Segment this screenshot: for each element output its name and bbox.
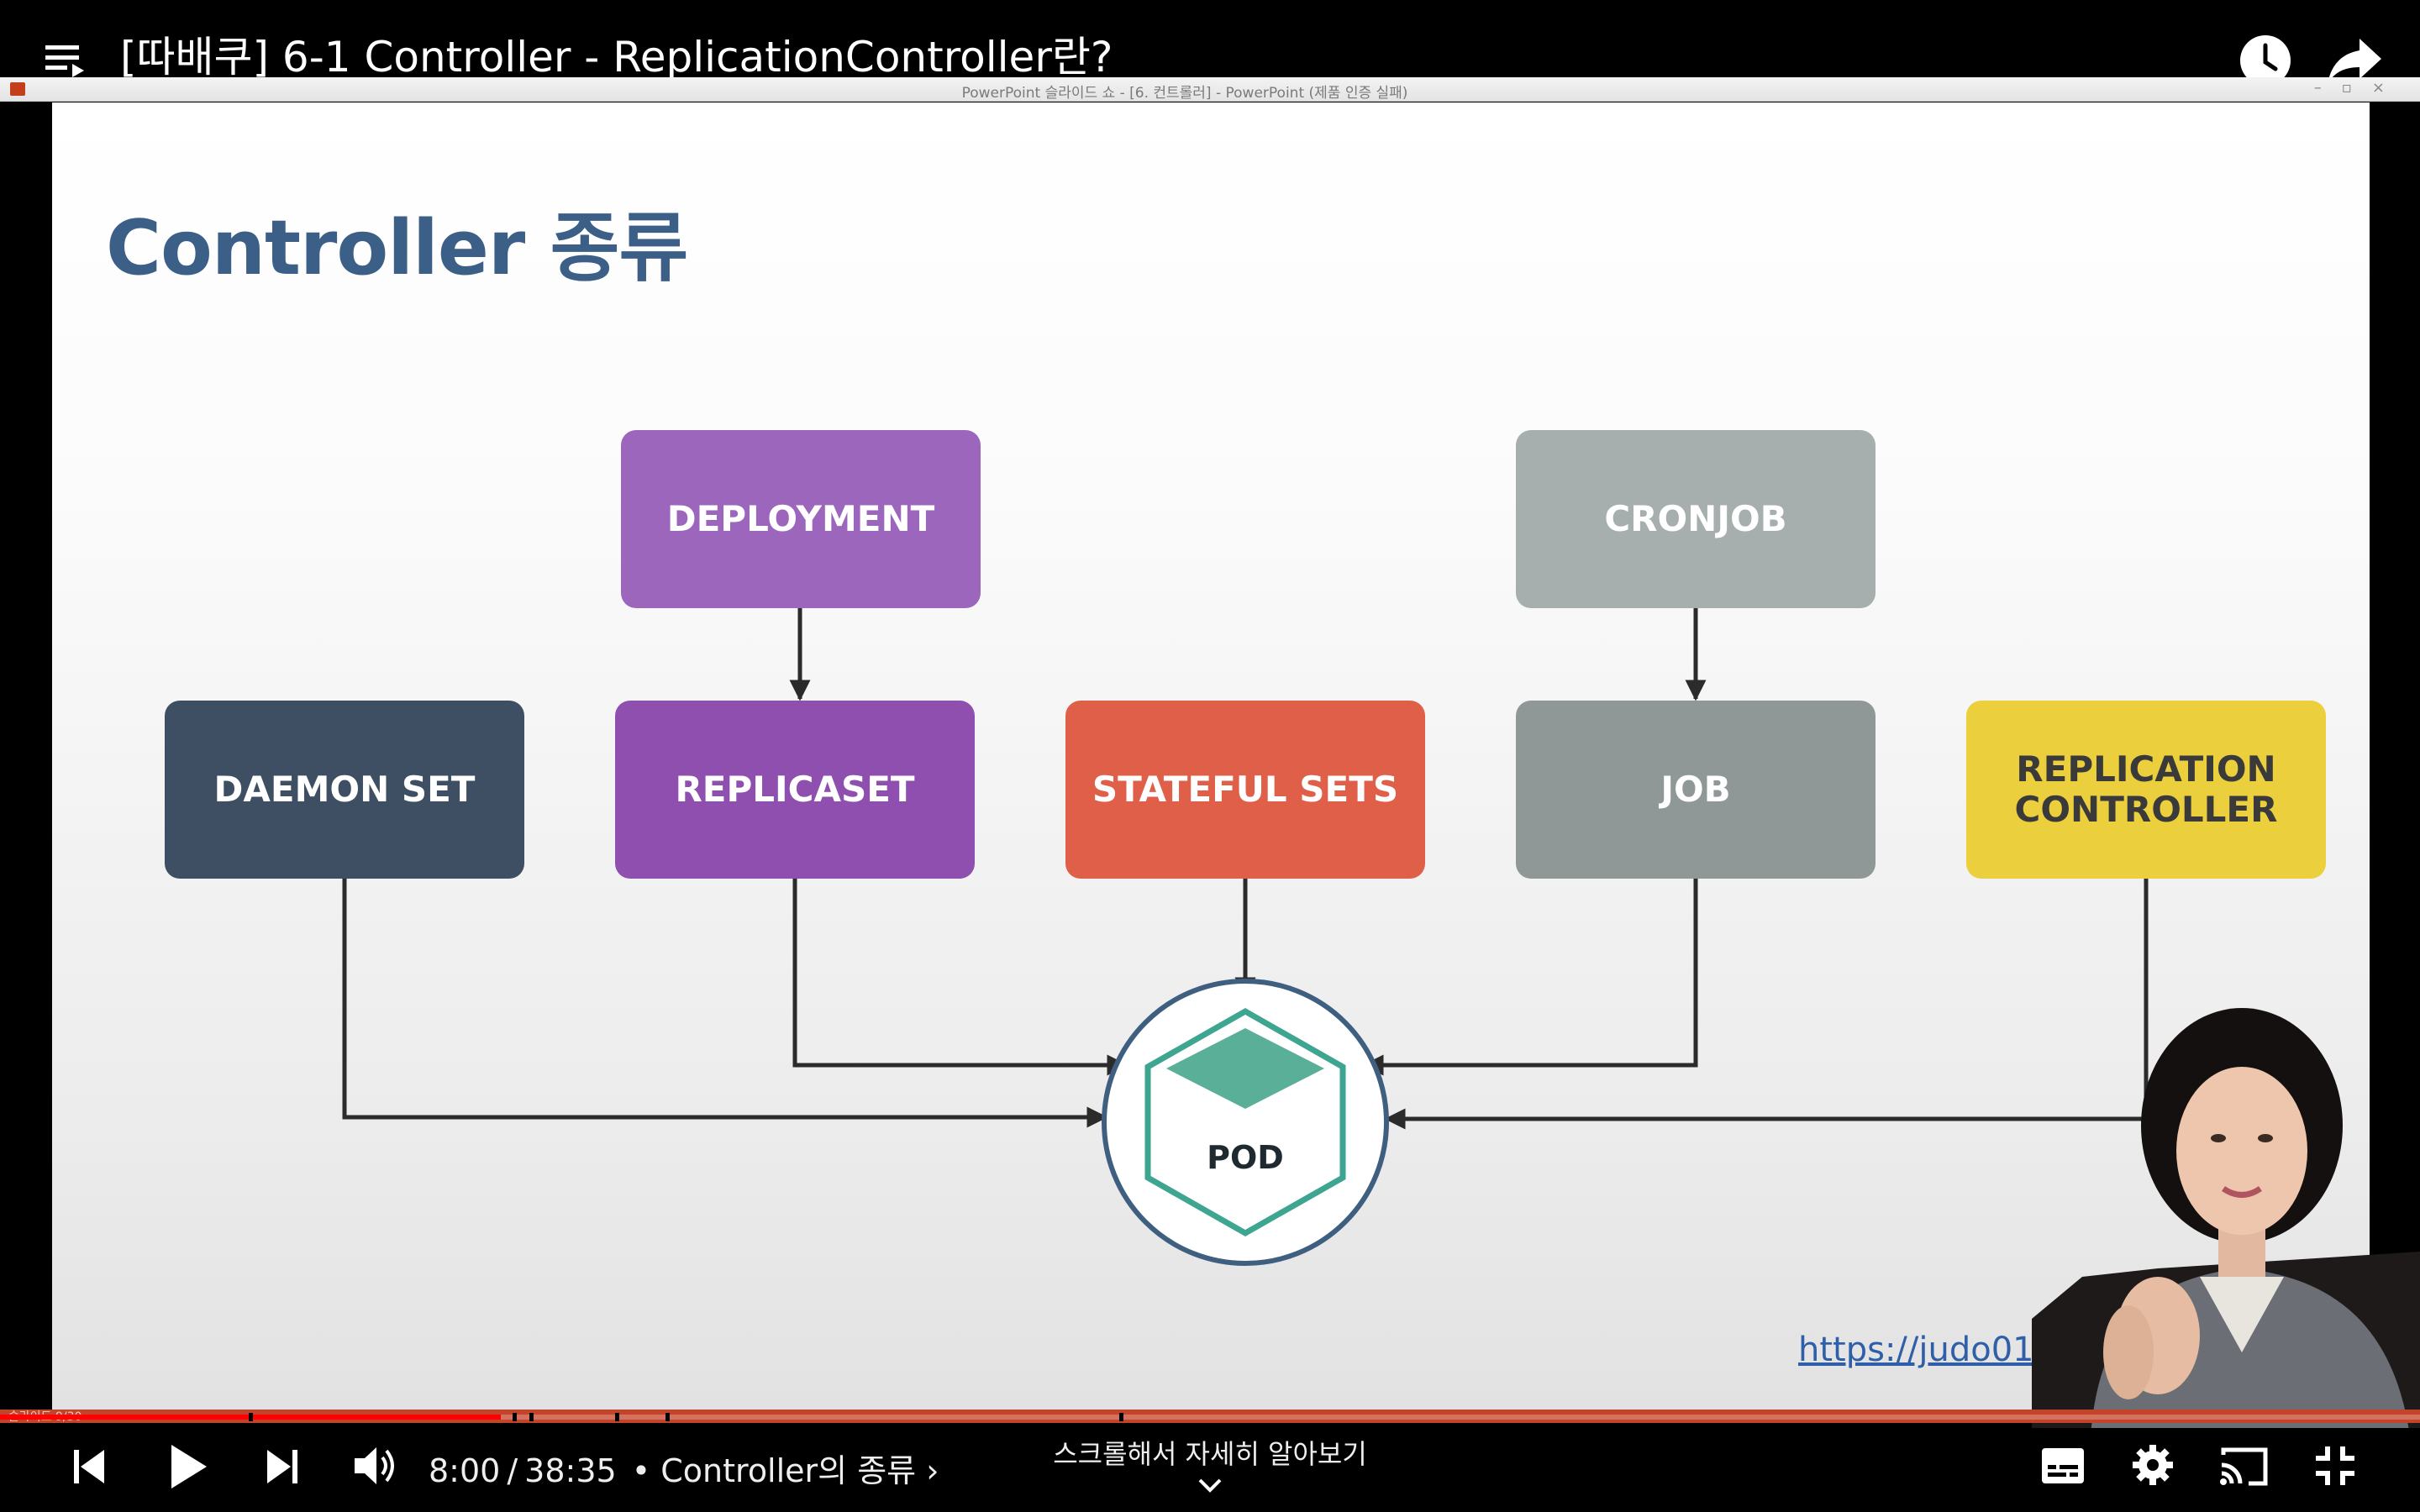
scroll-hint[interactable]: 스크롤해서 자세히 알아보기: [1042, 1433, 1378, 1472]
player-top-bar: [따배쿠] 6-1 Controller - ReplicationContro…: [0, 0, 2420, 86]
slide-link: https://judo017: [1798, 1331, 2056, 1369]
time-separator: /: [507, 1452, 518, 1489]
daemonset-box: DAEMON SET: [165, 701, 524, 879]
chapter-marker: [1119, 1413, 1123, 1421]
exit-fullscreen-icon[interactable]: [2314, 1445, 2356, 1487]
arrow-job-pod: [1362, 879, 1698, 1076]
deployment-box: DEPLOYMENT: [621, 430, 981, 608]
settings-icon[interactable]: [2131, 1443, 2175, 1487]
play-icon[interactable]: [168, 1441, 210, 1492]
presentation-slide: Controller 종류 DEPLOYMENT CRONJOB DAEMON …: [52, 102, 2370, 1410]
pod-label: POD: [1207, 1139, 1284, 1176]
cronjob-box: CRONJOB: [1516, 430, 1876, 608]
chapter-marker: [529, 1413, 534, 1421]
progress-bar[interactable]: [0, 1415, 2420, 1420]
arrow-replicaset-pod: [792, 879, 1128, 1076]
arrow-daemonset-pod: [342, 879, 1108, 1128]
cast-icon[interactable]: [2218, 1445, 2269, 1487]
chapter-marker: [249, 1413, 253, 1421]
chapter-marker: [666, 1413, 670, 1421]
replication-controller-box: REPLICATION CONTROLLER: [1966, 701, 2326, 879]
presenter-webcam-image: [2032, 1008, 2420, 1436]
chapter-title[interactable]: • Controller의 종류 ›: [632, 1452, 939, 1489]
powerpoint-window-titlebar: PowerPoint 슬라이드 쇼 - [6. 컨트롤러] - PowerPoi…: [0, 77, 2420, 102]
time-display: 8:00/38:35 • Controller의 종류 ›: [429, 1445, 939, 1491]
chapter-marker: [615, 1413, 619, 1421]
pod-graphic: [1102, 979, 1389, 1266]
previous-icon[interactable]: [72, 1446, 106, 1487]
job-box: JOB: [1516, 701, 1876, 879]
subtitles-icon[interactable]: [2040, 1446, 2086, 1485]
statefulsets-box: STATEFUL SETS: [1065, 701, 1425, 879]
window-controls-icon: –▫×: [2313, 79, 2405, 97]
powerpoint-window-title: PowerPoint 슬라이드 쇼 - [6. 컨트롤러] - PowerPoi…: [961, 85, 1408, 102]
replicaset-box: REPLICASET: [615, 701, 975, 879]
video-title[interactable]: [따배쿠] 6-1 Controller - ReplicationContro…: [120, 30, 1113, 84]
duration: 38:35: [524, 1452, 617, 1489]
chevron-down-icon[interactable]: [1193, 1475, 1227, 1495]
current-time: 8:00: [429, 1452, 501, 1489]
next-icon[interactable]: [266, 1446, 299, 1487]
volume-icon[interactable]: [353, 1445, 398, 1487]
chapter-marker: [513, 1413, 517, 1421]
